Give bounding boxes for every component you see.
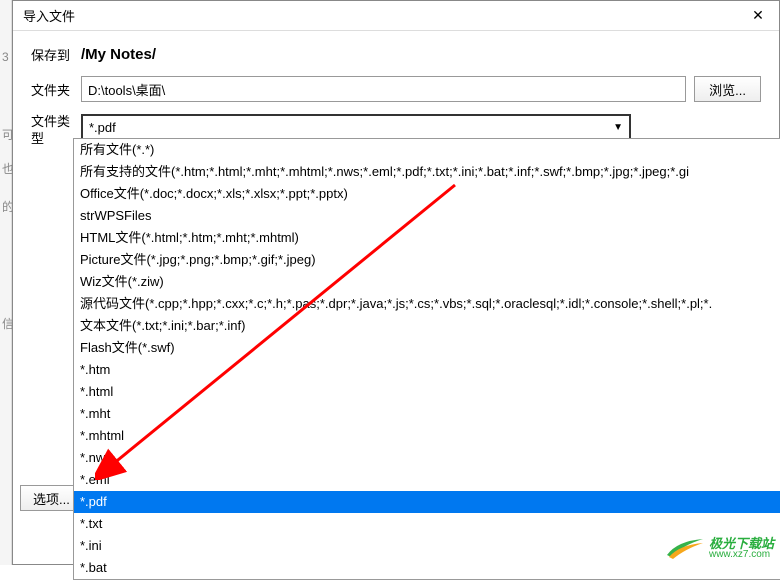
watermark-text: 极光下载站 www.xz7.com: [709, 537, 774, 560]
filetype-option[interactable]: *.html: [74, 381, 780, 403]
filetype-option[interactable]: Flash文件(*.swf): [74, 337, 780, 359]
filetype-option[interactable]: 所有文件(*.*): [74, 139, 780, 161]
folder-input[interactable]: [81, 76, 686, 102]
filetype-label-l1: 文件类: [31, 114, 81, 131]
filetype-option[interactable]: Wiz文件(*.ziw): [74, 271, 780, 293]
filetype-option[interactable]: *.mhtml: [74, 425, 780, 447]
filetype-select[interactable]: *.pdf ▼: [81, 114, 631, 140]
dialog-title: 导入文件: [23, 6, 75, 25]
filetype-option[interactable]: *.nws: [74, 447, 780, 469]
filetype-option[interactable]: Picture文件(*.jpg;*.png;*.bmp;*.gif;*.jpeg…: [74, 249, 780, 271]
background-sidebar: 3 可 也 的 信: [0, 0, 12, 565]
filetype-option[interactable]: *.htm: [74, 359, 780, 381]
filetype-selected-value: *.pdf: [89, 120, 613, 135]
browse-button[interactable]: 浏览...: [694, 76, 761, 102]
filetype-option[interactable]: 所有支持的文件(*.htm;*.html;*.mht;*.mhtml;*.nws…: [74, 161, 780, 183]
save-to-path: /My Notes/: [81, 46, 156, 63]
watermark-url: www.xz7.com: [709, 550, 774, 560]
filetype-option[interactable]: *.mht: [74, 403, 780, 425]
save-to-label: 保存到: [31, 45, 81, 64]
filetype-option[interactable]: Office文件(*.doc;*.docx;*.xls;*.xlsx;*.ppt…: [74, 183, 780, 205]
folder-row: 文件夹 浏览...: [31, 76, 761, 102]
filetype-option[interactable]: HTML文件(*.html;*.htm;*.mht;*.mhtml): [74, 227, 780, 249]
save-to-row: 保存到 /My Notes/: [31, 45, 761, 64]
watermark: 极光下载站 www.xz7.com: [665, 535, 774, 561]
filetype-option[interactable]: 文本文件(*.txt;*.ini;*.bar;*.inf): [74, 315, 780, 337]
filetype-option[interactable]: *.eml: [74, 469, 780, 491]
close-button[interactable]: ✕: [743, 4, 773, 28]
chevron-down-icon: ▼: [613, 122, 623, 133]
filetype-dropdown[interactable]: 所有文件(*.*)所有支持的文件(*.htm;*.html;*.mht;*.mh…: [73, 138, 780, 580]
folder-label: 文件夹: [31, 80, 81, 99]
filetype-option[interactable]: strWPSFiles: [74, 205, 780, 227]
filetype-select-wrap: *.pdf ▼: [81, 114, 631, 140]
watermark-logo-icon: [665, 535, 705, 561]
watermark-cn: 极光下载站: [709, 537, 774, 550]
titlebar: 导入文件 ✕: [13, 1, 779, 31]
filetype-option[interactable]: 源代码文件(*.cpp;*.hpp;*.cxx;*.c;*.h;*.pas;*.…: [74, 293, 780, 315]
filetype-option[interactable]: *.txt: [74, 513, 780, 535]
close-icon: ✕: [752, 7, 764, 24]
bg-char: 3: [2, 50, 9, 64]
filetype-option[interactable]: *.pdf: [74, 491, 780, 513]
